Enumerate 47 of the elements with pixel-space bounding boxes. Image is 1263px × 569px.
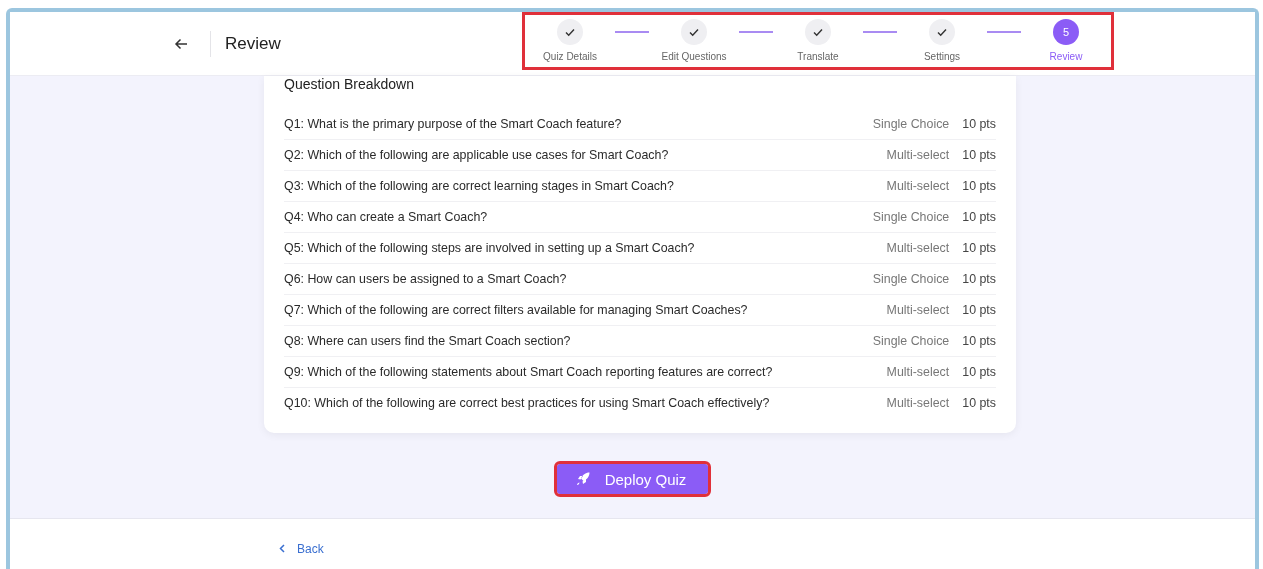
question-text: Q4: Who can create a Smart Coach?: [284, 210, 489, 224]
question-text: Q1: What is the primary purpose of the Smart Coach feature?: [284, 117, 623, 131]
step-circle[interactable]: [805, 18, 831, 45]
question-text: Q6: How can users be assigned to a Smart Coach?: [284, 272, 568, 286]
question-points: 10 pts: [962, 396, 996, 410]
step-label: Review: [1049, 50, 1083, 62]
question-type: Multi-select: [886, 396, 950, 410]
question-points: 10 pts: [962, 365, 996, 379]
step-label: Settings: [923, 50, 961, 62]
question-type: Multi-select: [886, 303, 950, 317]
chevron-left-icon: [278, 544, 286, 553]
question-points: 10 pts: [962, 272, 996, 286]
back-arrow-icon[interactable]: [174, 36, 188, 51]
question-points: 10 pts: [962, 148, 996, 162]
question-text: Q3: Which of the following are correct learning stages in Smart Coach?: [284, 179, 675, 193]
deploy-quiz-button[interactable]: Deploy Quiz: [556, 464, 709, 494]
question-points: 10 pts: [962, 241, 996, 255]
question-points: 10 pts: [962, 179, 996, 193]
step-label: Edit Questions: [661, 50, 727, 62]
question-points: 10 pts: [962, 210, 996, 224]
question-type: Single Choice: [872, 272, 950, 286]
question-points: 10 pts: [962, 303, 996, 317]
question-text: Q2: Which of the following are applicable use cases for Smart Coach?: [284, 148, 670, 162]
step-circle[interactable]: [929, 18, 955, 45]
question-text: Q10: Which of the following are correct best practices for using Smart Coach effectively?: [284, 396, 771, 410]
question-points: 10 pts: [962, 117, 996, 131]
question-text: Q5: Which of the following steps are involved in setting up a Smart Coach?: [284, 241, 696, 255]
card-title: Question Breakdown: [284, 76, 415, 92]
question-type: Single Choice: [872, 334, 950, 348]
page-title: Review: [225, 33, 281, 54]
question-text: Q9: Which of the following statements about Smart Coach reporting features are correct?: [284, 365, 774, 379]
question-type: Multi-select: [886, 148, 950, 162]
question-type: Single Choice: [872, 117, 950, 131]
back-link[interactable]: Back: [278, 541, 324, 556]
step-circle[interactable]: [681, 18, 707, 45]
question-text: Q8: Where can users find the Smart Coach section?: [284, 334, 572, 348]
step-label: Translate: [797, 50, 839, 62]
question-type: Multi-select: [886, 179, 950, 193]
question-type: Single Choice: [872, 210, 950, 224]
question-type: Multi-select: [886, 241, 950, 255]
rocket-icon: [574, 471, 591, 487]
question-points: 10 pts: [962, 334, 996, 348]
step-circle[interactable]: 5: [1053, 18, 1079, 45]
step-label: Quiz Details: [543, 50, 597, 62]
question-type: Multi-select: [886, 365, 950, 379]
question-text: Q7: Which of the following are correct filters available for managing Smart Coaches?: [284, 303, 749, 317]
step-circle[interactable]: [557, 18, 583, 45]
